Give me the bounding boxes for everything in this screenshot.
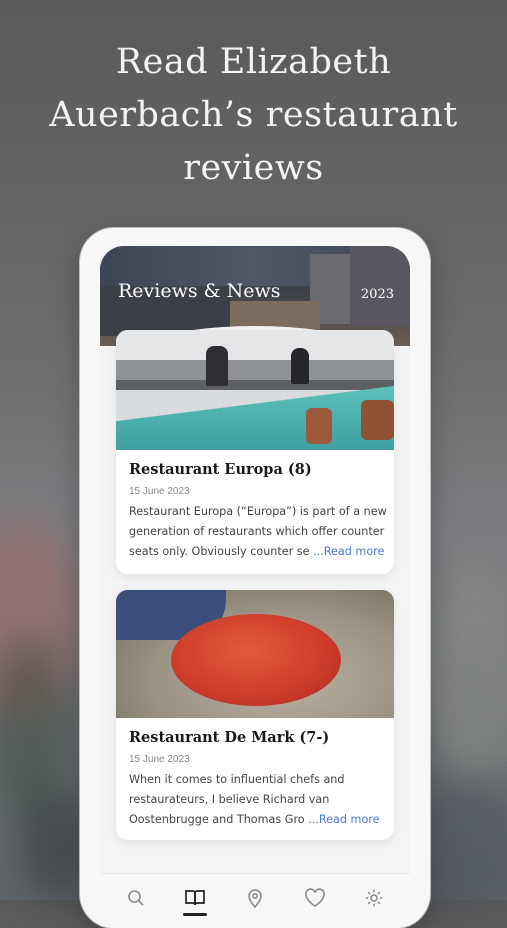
read-more-link[interactable]: ...Read more [308,813,379,826]
heart-icon [305,888,325,907]
review-image [116,330,394,450]
book-icon [185,890,205,906]
review-date: 15 June 2023 [129,486,190,497]
review-title[interactable]: Restaurant De Mark (7-) [129,729,329,746]
header-year: 2023 [360,287,394,302]
review-date: 15 June 2023 [129,754,190,765]
headline-line-3: reviews [183,148,324,188]
review-excerpt-line: generation of restaurants which offer co… [129,525,385,538]
gear-icon [365,889,383,907]
phone-frame: Reviews & News 2023 Restaurant Europa (8… [80,228,430,928]
review-excerpt-line: When it comes to influential chefs and [129,773,345,786]
review-title[interactable]: Restaurant Europa (8) [129,461,312,478]
review-card[interactable]: Restaurant Europa (8) 15 June 2023 Resta… [116,330,394,574]
review-card[interactable]: Restaurant De Mark (7-) 15 June 2023 Whe… [116,590,394,840]
review-excerpt: Restaurant Europa (“Europa”) is part of … [129,502,387,562]
review-excerpt: When it comes to influential chefs and r… [129,770,387,830]
tab-favorites[interactable] [290,874,340,922]
review-excerpt-line: Restaurant Europa (“Europa”) is part of … [129,505,387,518]
read-more-link[interactable]: ...Read more [313,545,384,558]
search-icon [128,890,144,906]
tab-reviews[interactable] [170,874,220,922]
review-excerpt-line: seats only. Obviously counter se [129,545,310,558]
location-pin-icon [248,889,262,909]
active-tab-indicator [183,913,207,916]
review-excerpt-line: Oostenbrugge and Thomas Gro [129,813,305,826]
tab-search[interactable] [111,874,161,922]
header-title: Reviews & News [118,280,281,302]
promo-headline: Read Elizabeth Auerbach’s restaurant rev… [0,36,507,195]
app-screen: Reviews & News 2023 Restaurant Europa (8… [100,246,410,926]
headline-line-1: Read Elizabeth [115,42,392,82]
tab-map[interactable] [230,874,280,922]
review-image [116,590,394,718]
review-excerpt-line: restaurateurs, I believe Richard van [129,793,330,806]
tab-settings[interactable] [349,874,399,922]
headline-line-2: Auerbach’s restaurant [49,95,458,135]
